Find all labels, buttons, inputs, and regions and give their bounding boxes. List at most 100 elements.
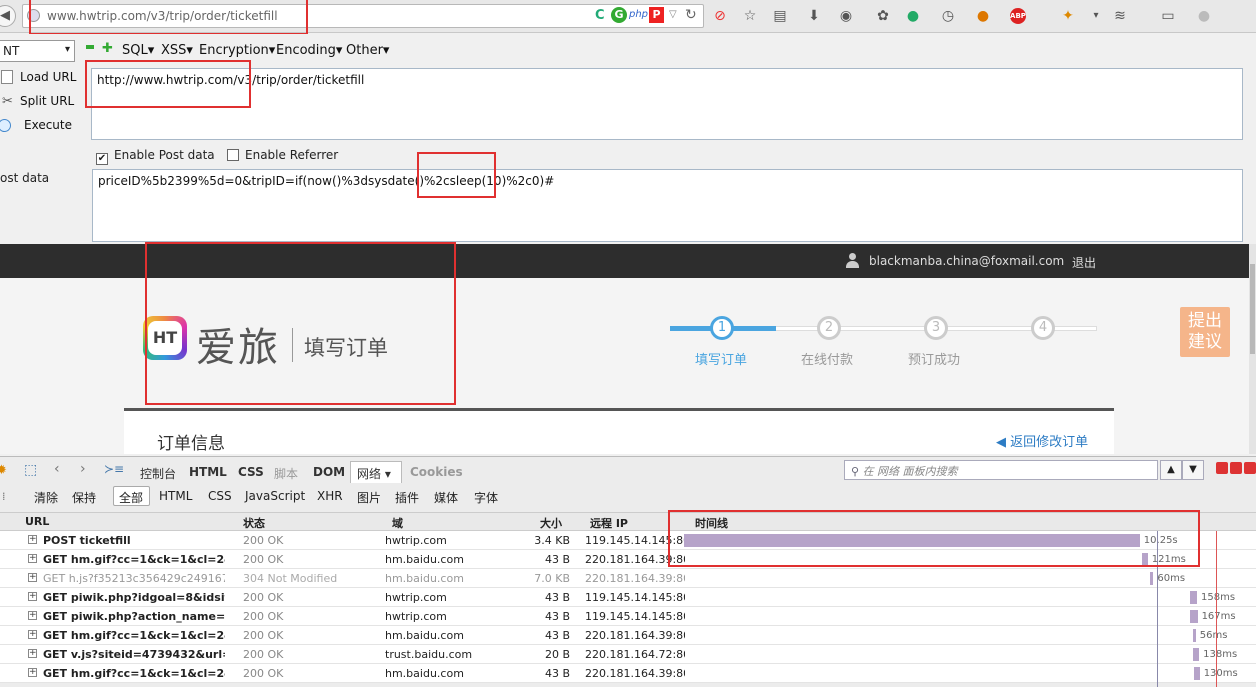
table-row[interactable]: + GET h.js?f35213c356429c249167 304 Not Mo…: [0, 569, 1256, 588]
extension-icon[interactable]: ●: [975, 8, 991, 24]
encoding-select[interactable]: NT ▾: [0, 40, 75, 62]
feedback-button[interactable]: 提出 建议: [1180, 307, 1230, 357]
filter-html[interactable]: HTML: [159, 489, 192, 503]
block-icon[interactable]: ⊘: [712, 8, 728, 24]
layers-icon[interactable]: ≋: [1112, 8, 1128, 24]
history-icon[interactable]: ◷: [940, 8, 956, 24]
detach-icon[interactable]: [1230, 462, 1242, 474]
execute-icon: [0, 119, 11, 132]
minimize-icon[interactable]: [1216, 462, 1228, 474]
step-circle-2: 2: [817, 316, 841, 340]
adblock-icon[interactable]: ABP: [1010, 8, 1026, 24]
back-arrow-icon[interactable]: ‹: [54, 461, 60, 477]
g-icon[interactable]: G: [611, 7, 627, 23]
menu-encryption[interactable]: Encryption▾: [199, 43, 275, 58]
col-url[interactable]: URL: [25, 515, 49, 528]
reload-icon[interactable]: ↻: [685, 7, 697, 23]
expand-icon[interactable]: +: [28, 573, 37, 582]
search-up-icon[interactable]: ▲: [1160, 460, 1182, 480]
col-ip[interactable]: 远程 IP: [590, 515, 628, 531]
close-icon[interactable]: [1244, 462, 1256, 474]
scrollbar-thumb[interactable]: [1250, 264, 1255, 354]
bookmarks-list-icon[interactable]: ▤: [772, 8, 788, 24]
back-edit-link[interactable]: ◀ 返回修改订单: [996, 431, 1088, 450]
enable-referrer-checkbox[interactable]: Enable Referrer: [227, 148, 338, 162]
forward-arrow-icon[interactable]: ›: [80, 461, 86, 477]
table-row[interactable]: + GET piwik.php?action_name=ww 200 OK hwtri…: [0, 607, 1256, 626]
tab-cookies[interactable]: Cookies: [410, 465, 463, 479]
filter-images[interactable]: 图片: [357, 489, 381, 506]
request-url: GET piwik.php?idgoal=8&idsit...2: [43, 591, 225, 604]
table-row[interactable]: + GET hm.gif?cc=1&ck=1&cl=24-b 200 OK hm.ba…: [0, 664, 1256, 683]
load-url-button[interactable]: Load URL: [20, 70, 76, 84]
tab-net[interactable]: 网络 ▾: [357, 465, 391, 482]
addon-icon[interactable]: ◉: [838, 8, 854, 24]
minus-icon[interactable]: [86, 45, 94, 49]
tab-css[interactable]: CSS: [238, 465, 264, 479]
expand-icon[interactable]: +: [28, 668, 37, 677]
logout-link[interactable]: 退出: [1072, 254, 1096, 271]
table-row[interactable]: + GET hm.gif?cc=1&ck=1&cl=24-b 200 OK hm.ba…: [0, 626, 1256, 645]
empty-check-icon: [227, 149, 239, 161]
table-row[interactable]: + GET piwik.php?idgoal=8&idsit...2 200 OK h…: [0, 588, 1256, 607]
firebug-icon[interactable]: ✦: [1060, 8, 1076, 24]
user-email[interactable]: blackmanba.china@foxmail.com: [869, 254, 1064, 268]
filter-fonts[interactable]: 字体: [474, 489, 498, 506]
col-status[interactable]: 状态: [243, 515, 265, 531]
url-textarea[interactable]: http://www.hwtrip.com/v3/trip/order/tick…: [91, 68, 1243, 140]
menu-encoding[interactable]: Encoding▾: [276, 43, 342, 58]
dropdown-icon[interactable]: ▽: [669, 9, 677, 20]
tab-html[interactable]: HTML: [189, 465, 227, 479]
enable-post-checkbox[interactable]: ✔ Enable Post data: [96, 148, 215, 165]
gfw-icon[interactable]: C: [595, 8, 605, 23]
section-title: 订单信息: [157, 434, 225, 454]
firebug-bug-icon[interactable]: ✹: [0, 463, 7, 478]
filter-js[interactable]: JavaScript: [245, 489, 305, 503]
user-icon: [846, 253, 859, 268]
filter-all[interactable]: 全部: [119, 489, 143, 506]
expand-icon[interactable]: +: [28, 611, 37, 620]
back-icon[interactable]: ◀: [0, 5, 16, 27]
profile-icon[interactable]: ●: [1196, 8, 1212, 24]
inspect-icon[interactable]: ⬚: [24, 462, 37, 478]
palette-icon[interactable]: ✿: [875, 8, 891, 24]
command-line-icon[interactable]: ≻≡: [104, 462, 124, 476]
filter-media[interactable]: 媒体: [434, 489, 458, 506]
bookmark-star-icon[interactable]: ☆: [742, 8, 758, 24]
window-icon[interactable]: ▭: [1160, 8, 1176, 24]
filter-persist[interactable]: 保持: [72, 489, 96, 506]
execute-button[interactable]: Execute: [24, 118, 72, 132]
expand-icon[interactable]: +: [28, 630, 37, 639]
col-domain[interactable]: 域: [392, 515, 403, 531]
net-search-input[interactable]: ⚲ 在 网络 面板内搜索: [844, 460, 1158, 480]
tab-console[interactable]: 控制台: [140, 465, 176, 482]
menu-other[interactable]: Other▾: [346, 43, 389, 58]
enable-post-label: Enable Post data: [114, 148, 215, 162]
plus-icon[interactable]: ✚: [102, 41, 113, 56]
search-down-icon[interactable]: ▼: [1182, 460, 1204, 480]
filter-xhr[interactable]: XHR: [317, 489, 343, 503]
expand-icon[interactable]: +: [28, 554, 37, 563]
filter-clear[interactable]: 清除: [34, 489, 58, 506]
chevron-down-icon: ▾: [64, 44, 70, 55]
split-url-button[interactable]: Split URL: [20, 94, 74, 108]
expand-icon[interactable]: +: [28, 649, 37, 658]
expand-icon[interactable]: +: [28, 535, 37, 544]
col-size[interactable]: 大小: [540, 515, 562, 531]
tab-dom[interactable]: DOM: [313, 465, 345, 479]
filter-plugins[interactable]: 插件: [395, 489, 419, 506]
table-row[interactable]: + GET v.js?siteid=4739432&url=... 200 OK tr…: [0, 645, 1256, 664]
php-icon[interactable]: php: [629, 9, 648, 20]
step-label-2: 在线付款: [801, 353, 854, 368]
request-size: 43 B: [544, 591, 570, 604]
download-icon[interactable]: ⬇: [806, 8, 822, 24]
menu-dropdown-icon[interactable]: ▾: [1088, 8, 1104, 24]
p-icon[interactable]: P: [649, 7, 664, 23]
expand-icon[interactable]: +: [28, 592, 37, 601]
post-data-textarea[interactable]: priceID%5b2399%5d=0&tripID=if(now()%3dsy…: [92, 169, 1243, 242]
tab-script[interactable]: 脚本: [274, 465, 298, 482]
shield-icon[interactable]: ●: [905, 8, 921, 24]
filter-css[interactable]: CSS: [208, 489, 232, 503]
menu-xss[interactable]: XSS▾: [161, 43, 193, 58]
menu-sql[interactable]: SQL▾: [122, 43, 154, 58]
